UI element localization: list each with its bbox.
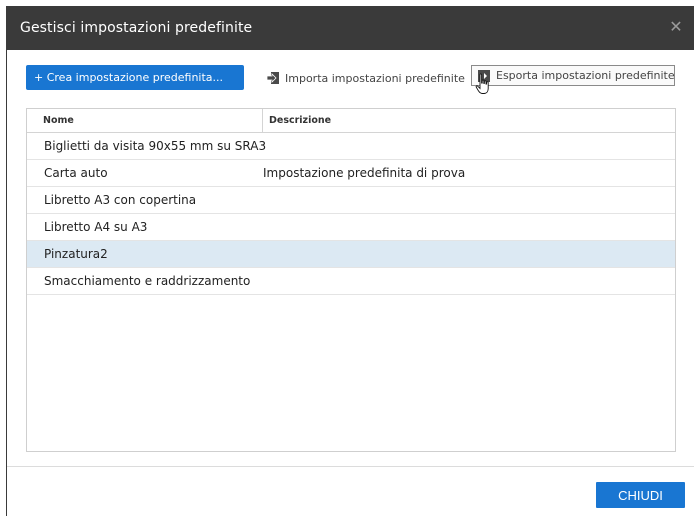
toolbar: + Crea impostazione predefinita... Impor… bbox=[7, 63, 694, 91]
footer-divider bbox=[7, 466, 694, 467]
dialog-titlebar: Gestisci impostazioni predefinite ✕ bbox=[7, 6, 694, 50]
export-presets-label: Esporta impostazioni predefinite bbox=[496, 69, 675, 82]
table-row[interactable]: Libretto A3 con copertina bbox=[27, 187, 675, 214]
table-row[interactable]: Biglietti da visita 90x55 mm su SRA3 bbox=[27, 133, 675, 160]
import-presets-button[interactable]: Importa impostazioni predefinite bbox=[266, 68, 465, 88]
row-name: Libretto A4 su A3 bbox=[44, 220, 148, 234]
table-row[interactable]: Libretto A4 su A3 bbox=[27, 214, 675, 241]
import-presets-label: Importa impostazioni predefinite bbox=[285, 71, 465, 85]
close-icon[interactable]: ✕ bbox=[668, 19, 684, 35]
column-header-description[interactable]: Descrizione bbox=[263, 109, 331, 132]
column-header-name[interactable]: Nome bbox=[27, 109, 263, 132]
row-description: Impostazione predefinita di prova bbox=[263, 166, 466, 180]
table-row[interactable]: Carta auto Impostazione predefinita di p… bbox=[27, 160, 675, 187]
export-presets-button[interactable]: Esporta impostazioni predefinite bbox=[471, 65, 675, 86]
row-name: Libretto A3 con copertina bbox=[44, 193, 197, 207]
table-header: Nome Descrizione bbox=[27, 109, 675, 133]
manage-presets-dialog: Gestisci impostazioni predefinite ✕ + Cr… bbox=[6, 6, 694, 516]
table-row-selected[interactable]: Pinzatura2 bbox=[27, 241, 675, 268]
row-name: Pinzatura2 bbox=[44, 247, 108, 261]
row-name: Biglietti da visita 90x55 mm su SRA3 bbox=[44, 139, 267, 153]
import-icon bbox=[266, 72, 279, 84]
create-preset-button[interactable]: + Crea impostazione predefinita... bbox=[26, 65, 244, 90]
hand-cursor-icon bbox=[475, 73, 489, 94]
row-name: Smacchiamento e raddrizzamento bbox=[44, 274, 251, 288]
close-button[interactable]: CHIUDI bbox=[596, 482, 685, 508]
dialog-title: Gestisci impostazioni predefinite bbox=[20, 20, 253, 36]
table-row[interactable]: Smacchiamento e raddrizzamento bbox=[27, 268, 675, 295]
presets-table: Nome Descrizione Biglietti da visita 90x… bbox=[26, 108, 676, 452]
row-name: Carta auto bbox=[44, 166, 108, 180]
